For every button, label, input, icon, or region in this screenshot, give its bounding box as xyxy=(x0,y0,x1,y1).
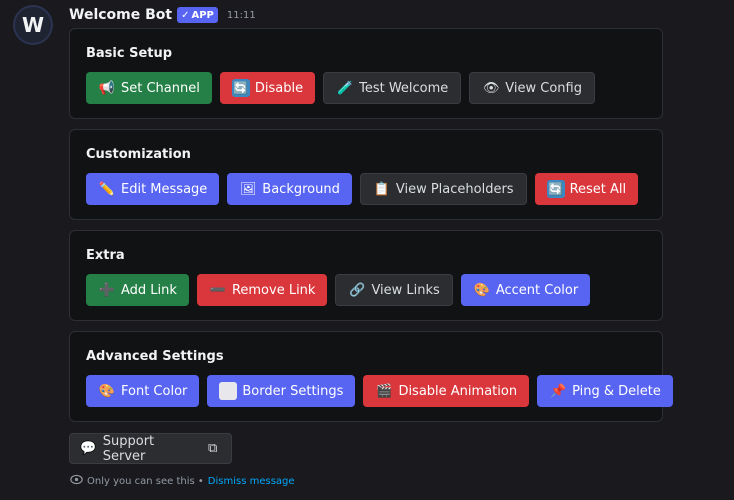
button-label: Disable xyxy=(254,80,304,96)
speech-bubble-icon: 💬 xyxy=(80,441,97,456)
refresh-icon: 🔄 xyxy=(231,79,250,97)
button-label: Background xyxy=(262,181,340,197)
reset-all-button[interactable]: 🔄 Reset All xyxy=(534,173,639,205)
disable-animation-button[interactable]: 🎬 Disable Animation xyxy=(363,375,530,407)
pushpin-icon: 📌 xyxy=(549,383,567,399)
palette-icon: 🎨 xyxy=(473,282,490,298)
button-label: Disable Animation xyxy=(398,383,518,399)
section-advanced-settings: Advanced Settings 🎨 Font Color Border Se… xyxy=(69,331,673,422)
add-link-button[interactable]: ➕ Add Link xyxy=(86,274,189,306)
button-label: Reset All xyxy=(569,181,627,197)
eye-icon xyxy=(70,473,83,489)
section-title: Advanced Settings xyxy=(86,349,224,364)
refresh-icon: 🔄 xyxy=(546,180,565,198)
message-header: Welcome Bot ✓ APP 11:11 xyxy=(69,5,256,25)
view-placeholders-button[interactable]: 📋 View Placeholders xyxy=(359,173,527,205)
test-welcome-button[interactable]: 🧪 Test Welcome xyxy=(323,72,462,104)
app-badge-label: APP xyxy=(191,9,214,21)
bot-avatar[interactable]: W xyxy=(13,5,53,45)
support-server-label: Support Server xyxy=(102,433,155,464)
edit-message-button[interactable]: ✏️ Edit Message xyxy=(86,173,220,205)
eye-icon: 👁 xyxy=(483,80,500,96)
support-server-button[interactable]: 💬 Support Server ⧉ xyxy=(69,433,232,464)
clipboard-icon: 📋 xyxy=(373,181,390,197)
font-color-button[interactable]: 🎨 Font Color xyxy=(86,375,200,407)
pencil-icon: ✏️ xyxy=(98,181,116,197)
app-badge: ✓ APP xyxy=(177,7,218,23)
button-row: 🎨 Font Color Border Settings 🎬 Disable A… xyxy=(86,375,673,407)
section-title: Basic Setup xyxy=(86,46,173,61)
bot-name[interactable]: Welcome Bot xyxy=(69,7,172,23)
button-row: ✏️ Edit Message 🖼 Background 📋 View Plac… xyxy=(86,173,639,205)
disable-button[interactable]: 🔄 Disable xyxy=(219,72,316,104)
ephemeral-notice: Only you can see this • Dismiss message xyxy=(70,474,295,488)
button-label: Add Link xyxy=(121,282,177,298)
button-label: View Config xyxy=(505,80,582,96)
view-links-button[interactable]: 🔗 View Links xyxy=(335,274,453,306)
border-settings-button[interactable]: Border Settings xyxy=(207,375,356,407)
button-label: Accent Color xyxy=(495,282,579,298)
accent-color-button[interactable]: 🎨 Accent Color xyxy=(460,274,591,306)
button-label: Edit Message xyxy=(121,181,208,197)
button-label: Remove Link xyxy=(231,282,316,298)
button-label: Font Color xyxy=(121,383,188,399)
button-row: ➕ Add Link ➖ Remove Link 🔗 View Links 🎨 … xyxy=(86,274,591,306)
view-config-button[interactable]: 👁 View Config xyxy=(469,72,595,104)
ephemeral-text: Only you can see this • xyxy=(87,475,204,487)
test-tube-icon: 🧪 xyxy=(337,80,354,96)
section-customization: Customization ✏️ Edit Message 🖼 Backgrou… xyxy=(69,129,663,220)
remove-link-button[interactable]: ➖ Remove Link xyxy=(196,274,328,306)
background-button[interactable]: 🖼 Background xyxy=(227,173,352,205)
button-label: Set Channel xyxy=(121,80,200,96)
button-label: Ping & Delete xyxy=(572,383,661,399)
clapper-board-icon: 🎬 xyxy=(376,383,393,399)
white-square-icon xyxy=(219,382,238,400)
dismiss-message-link[interactable]: Dismiss message xyxy=(208,476,295,487)
section-basic-setup: Basic Setup 📢 Set Channel 🔄 Disable 🧪 Te… xyxy=(69,28,663,119)
link-icon: 🔗 xyxy=(349,282,366,298)
section-title: Extra xyxy=(86,248,125,263)
external-link-icon: ⧉ xyxy=(207,441,218,456)
button-label: Test Welcome xyxy=(359,80,449,96)
set-channel-button[interactable]: 📢 Set Channel xyxy=(86,72,212,104)
button-row: 📢 Set Channel 🔄 Disable 🧪 Test Welcome 👁… xyxy=(86,72,595,104)
checkmark-icon: ✓ xyxy=(181,9,190,21)
section-extra: Extra ➕ Add Link ➖ Remove Link 🔗 View Li… xyxy=(69,230,663,321)
button-label: View Placeholders xyxy=(395,181,514,197)
ping-delete-button[interactable]: 📌 Ping & Delete xyxy=(537,375,673,407)
plus-icon: ➕ xyxy=(98,282,116,298)
megaphone-icon: 📢 xyxy=(98,80,116,96)
timestamp[interactable]: 11:11 xyxy=(227,10,256,21)
minus-icon: ➖ xyxy=(209,282,227,298)
palette-icon: 🎨 xyxy=(98,383,116,399)
button-label: Border Settings xyxy=(242,383,344,399)
section-title: Customization xyxy=(86,147,191,162)
picture-icon: 🖼 xyxy=(240,181,257,197)
button-label: View Links xyxy=(371,282,440,298)
